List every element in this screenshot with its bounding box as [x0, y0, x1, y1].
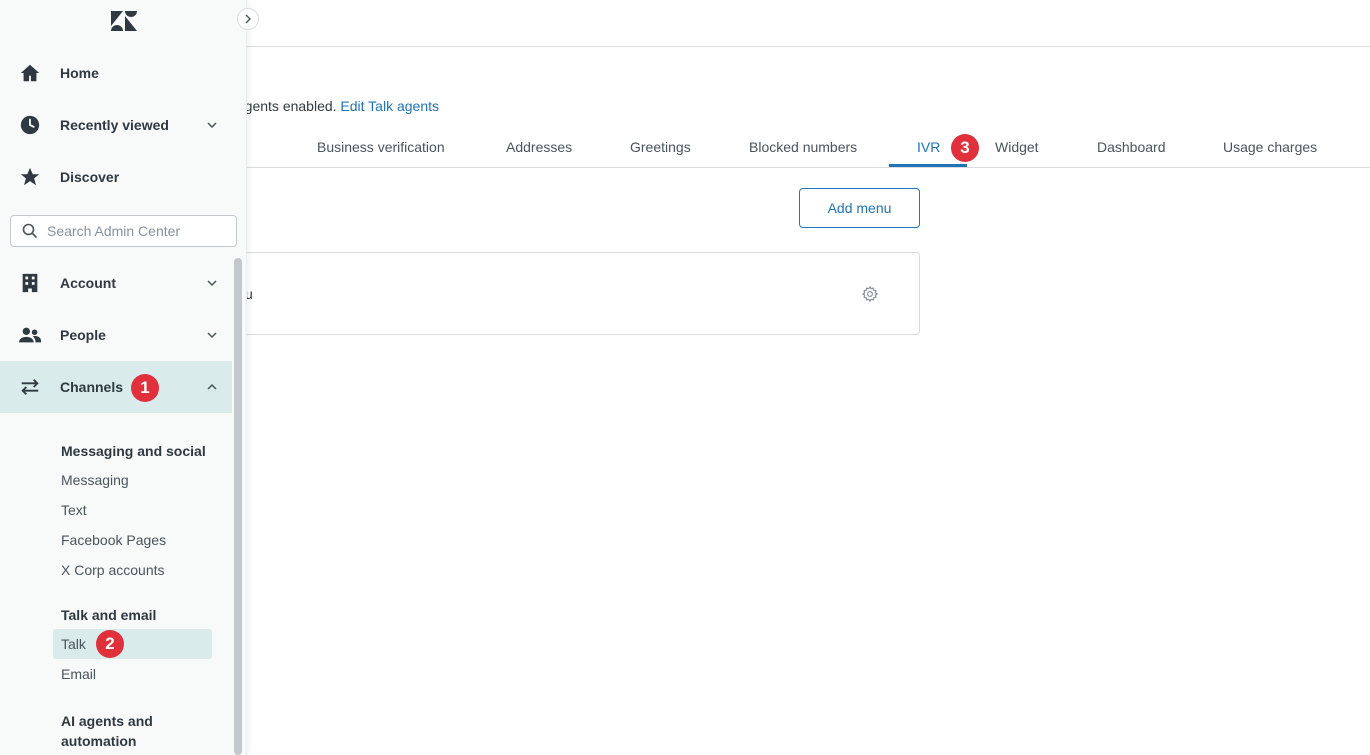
tab-bar: es Business verification Addresses Greet… — [226, 129, 1370, 168]
arrows-icon — [21, 379, 39, 395]
chevron-down-icon — [207, 280, 217, 287]
sub-item-text[interactable]: Text — [61, 502, 87, 518]
annotation-badge-2: 2 — [96, 630, 124, 658]
group-heading-talk-email: Talk and email — [61, 607, 157, 623]
search-icon — [22, 223, 38, 239]
sub-item-x-corp-accounts[interactable]: X Corp accounts — [61, 562, 165, 578]
sidebar-scrollbar[interactable] — [234, 258, 242, 755]
group-heading-ai-agents: AI agents and automation — [61, 713, 153, 749]
nav-discover-label: Discover — [60, 169, 120, 185]
chevron-right-icon — [245, 14, 251, 24]
nav-channels[interactable]: Channels — [0, 361, 232, 413]
tab-ivr[interactable]: IVR — [917, 139, 940, 155]
nav-recently-viewed-label: Recently viewed — [60, 117, 169, 133]
sub-item-facebook-pages[interactable]: Facebook Pages — [61, 532, 166, 548]
tab-widget[interactable]: Widget — [995, 139, 1039, 155]
nav-channels-label: Channels — [60, 379, 124, 395]
zendesk-logo[interactable] — [110, 10, 138, 32]
chevron-up-icon — [207, 383, 217, 390]
sub-item-talk[interactable]: Talk — [61, 636, 86, 652]
nav-people[interactable]: People — [0, 309, 232, 361]
gear-icon[interactable] — [861, 285, 879, 303]
sub-item-email[interactable]: Email — [61, 666, 96, 682]
search-admin-center — [10, 215, 237, 247]
chevron-down-icon — [207, 332, 217, 339]
annotation-badge-1: 1 — [131, 374, 159, 402]
tab-business-verification[interactable]: Business verification — [317, 139, 445, 155]
active-tab-indicator — [889, 164, 967, 167]
nav-discover[interactable]: Discover — [0, 151, 232, 203]
nav-home[interactable]: Home — [0, 47, 232, 99]
people-icon — [19, 327, 41, 343]
nav-account[interactable]: Account — [0, 257, 232, 309]
add-menu-button[interactable]: Add menu — [799, 188, 920, 228]
nav-people-label: People — [60, 327, 106, 343]
edit-talk-agents-link[interactable]: Edit Talk agents — [340, 98, 439, 114]
annotation-badge-3: 3 — [951, 134, 979, 162]
collapse-sidebar-button[interactable] — [237, 8, 259, 30]
tab-greetings[interactable]: Greetings — [630, 139, 691, 155]
ivr-menu-card: u — [226, 252, 920, 335]
sub-item-messaging[interactable]: Messaging — [61, 472, 129, 488]
clock-icon — [20, 115, 40, 135]
tab-usage-charges[interactable]: Usage charges — [1223, 139, 1317, 155]
search-input[interactable] — [47, 216, 232, 246]
group-heading-messaging-social: Messaging and social — [61, 443, 206, 459]
page-subtitle: k agents enabled. Edit Talk agents — [226, 98, 439, 114]
tab-addresses[interactable]: Addresses — [506, 139, 572, 155]
home-icon — [20, 64, 40, 82]
nav-home-label: Home — [60, 65, 99, 81]
tab-dashboard[interactable]: Dashboard — [1097, 139, 1166, 155]
star-icon — [20, 167, 40, 186]
nav-account-label: Account — [60, 275, 116, 291]
chevron-down-icon — [207, 122, 217, 129]
nav-recently-viewed[interactable]: Recently viewed — [0, 99, 232, 151]
sidebar: Home Recently viewed Discover Account Pe… — [0, 0, 247, 755]
building-icon — [22, 273, 38, 293]
tab-blocked-numbers[interactable]: Blocked numbers — [749, 139, 857, 155]
